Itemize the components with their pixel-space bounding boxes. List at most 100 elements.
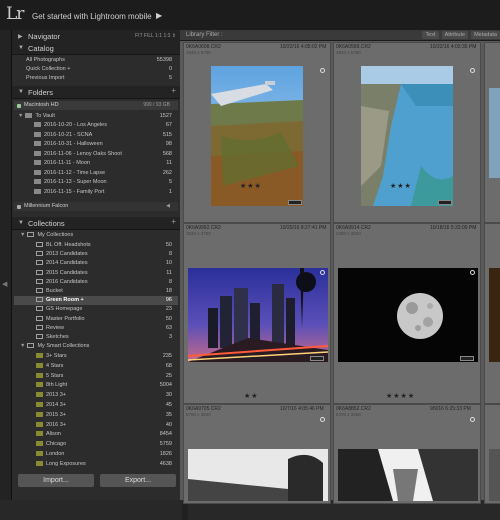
expand-triangle-icon[interactable]: ▼ (20, 232, 25, 238)
catalog-item-all-photographs[interactable]: All Photographs 55398 (14, 56, 178, 65)
rating-stars[interactable]: ★★★ (240, 182, 262, 190)
smart-collection-icon (36, 362, 43, 368)
folder-item[interactable]: 2016-10-31 - Halloween 98 (14, 140, 178, 149)
smart-collection-item[interactable]: Chicago 5759 (14, 440, 178, 449)
collection-icon (36, 288, 43, 293)
smart-collection-item[interactable]: Alison 8454 (14, 430, 178, 439)
rating-stars[interactable]: ★★★ (390, 182, 412, 190)
thumbnail-cell[interactable]: 0K6A9705.CR2 10/7/16 4:05:46 PM 5760 x 38… (183, 404, 331, 504)
folder-item[interactable]: 2016-10-20 - Los Angeles 67 (14, 121, 178, 130)
collection-item[interactable]: 2014 Candidates 10 (14, 259, 178, 268)
collection-icon (36, 297, 43, 303)
folder-item[interactable]: 2016-11-06 - Lenoy Oaks Shoot 568 (14, 150, 178, 159)
play-arrow-icon[interactable]: ▶ (156, 11, 162, 20)
collection-set-my-smart-collections[interactable]: ▼ My Smart Collections (14, 342, 178, 351)
photo-selection-circle-icon[interactable] (320, 417, 325, 422)
folder-icon (34, 122, 41, 127)
smart-collection-item[interactable]: 3+ Stars 235 (14, 352, 178, 361)
smart-collection-item[interactable]: 2013 3+ 30 (14, 391, 178, 400)
smart-collection-item[interactable]: London 1826 (14, 450, 178, 459)
export-button[interactable]: Export... (100, 474, 176, 487)
photo-selection-circle-icon[interactable] (470, 270, 475, 275)
collapse-triangle-icon[interactable]: ▶ (18, 33, 23, 40)
catalog-item-quick-collection[interactable]: Quick Collection + 0 (14, 65, 178, 74)
thumbnail-cell[interactable]: 0K6A9992.CR2 10/20/16 8:27:41 PM 3632 x 3… (183, 223, 331, 404)
import-button[interactable]: Import... (18, 474, 94, 487)
photo-selection-circle-icon[interactable] (320, 270, 325, 275)
lightroom-mobile-link[interactable]: Get started with Lightroom mobile (32, 12, 152, 21)
collection-item[interactable]: Master Portfolio 50 (14, 315, 178, 324)
photo-bw-skyscrapers[interactable] (338, 449, 478, 501)
photo-selection-circle-icon[interactable] (320, 68, 325, 73)
thumbnail-cell[interactable]: 0K6A8852.CR2 9/9/16 6:25:33 PM 5470 x 365… (333, 404, 481, 504)
photo-super-moon[interactable] (338, 268, 478, 362)
smart-collection-icon (36, 431, 43, 437)
collection-item[interactable]: Review 63 (14, 324, 178, 333)
smart-collection-item[interactable]: 5 Stars 25 (14, 372, 178, 381)
filter-metadata-button[interactable]: Metadata (471, 31, 500, 39)
volume-millennium-falcon[interactable]: Millennium Falcon ◀ (14, 202, 178, 211)
folder-item[interactable]: 2016-11-11 - Moon 11 (14, 159, 178, 168)
catalog-item-previous-import[interactable]: Previous Import 5 (14, 74, 178, 83)
smart-collection-icon (36, 372, 43, 378)
folder-item[interactable]: 2016-11-12 - Time Lapse 262 (14, 169, 178, 178)
collection-item[interactable]: Bucket 18 (14, 287, 178, 296)
folders-header[interactable]: ▼ Folders + (12, 86, 180, 99)
photo-la-skyline-night[interactable] (188, 268, 328, 362)
rating-stars[interactable]: ★★★★ (386, 392, 415, 400)
photo-partial[interactable] (489, 449, 500, 501)
collection-item[interactable]: BL Off. Headshots 50 (14, 241, 178, 250)
volume-status-icon (17, 205, 21, 209)
photo-selection-circle-icon[interactable] (470, 417, 475, 422)
folder-item[interactable]: 2016-10-21 - SCNA 515 (14, 131, 178, 140)
expand-triangle-icon[interactable]: ▼ (20, 343, 25, 349)
expand-triangle-icon[interactable]: ▼ (18, 89, 24, 95)
filter-text-button[interactable]: Text (422, 31, 439, 39)
collection-item[interactable]: Sketches 3 (14, 333, 178, 342)
smart-collection-icon (36, 460, 43, 466)
photo-partial[interactable] (489, 88, 500, 178)
volume-macintosh-hd[interactable]: Macintosh HD 999 / 93 GB (14, 101, 178, 110)
folder-item[interactable]: 2016-11-15 - Family Port 1 (14, 188, 178, 197)
collection-item[interactable]: Green Room +96 (14, 296, 178, 306)
smart-collection-item[interactable]: 2014 3+ 45 (14, 401, 178, 410)
thumbnail-cell[interactable] (484, 404, 500, 504)
smart-collection-item[interactable]: 2016 3+ 40 (14, 421, 178, 430)
expand-triangle-icon[interactable]: ▼ (18, 220, 24, 226)
add-collection-button[interactable]: + (171, 217, 176, 226)
collections-header[interactable]: ▼ Collections + (12, 217, 180, 230)
folder-item[interactable]: 2016-11-13 - Super Moon 5 (14, 178, 178, 187)
library-filter-bar: Library Filter : Text Attribute Metadata (180, 30, 500, 41)
photo-bw-architecture[interactable] (188, 449, 328, 501)
smart-collection-icon (36, 353, 43, 358)
smart-collection-item[interactable]: 4 Stars 68 (14, 362, 178, 371)
thumbnail-cell[interactable]: 0K6A9914.CR2 10/18/16 5:33:09 PM 2400 x 3… (333, 223, 481, 404)
smart-collection-item[interactable]: 8th Light 5004 (14, 381, 178, 390)
collection-item[interactable]: 2016 Candidates 8 (14, 278, 178, 287)
photo-selection-circle-icon[interactable] (470, 68, 475, 73)
expand-triangle-icon[interactable]: ▼ (18, 45, 24, 51)
photo-partial[interactable] (489, 268, 500, 362)
rating-stars[interactable]: ★★ (244, 392, 259, 400)
folder-root[interactable]: ▼ To Vault 1527 (14, 112, 178, 121)
catalog-header[interactable]: ▼ Catalog (12, 42, 180, 55)
expand-triangle-icon[interactable]: ▼ (18, 113, 23, 119)
collection-item[interactable]: GS Homepage 23 (14, 305, 178, 314)
smart-collection-item[interactable]: 2015 3+ 35 (14, 411, 178, 420)
volume-status-icon (17, 104, 21, 108)
smart-collection-item[interactable]: Long Exposures 4638 (14, 460, 178, 469)
navigator-zoom-options[interactable]: FIT FILL 1:1 1:3 ⇕ (135, 33, 176, 39)
add-folder-button[interactable]: + (171, 86, 176, 95)
filter-attribute-button[interactable]: Attribute (441, 31, 469, 39)
smart-collection-icon (36, 411, 43, 417)
collapse-arrow-icon[interactable]: ◀ (2, 280, 7, 288)
thumbnail-cell[interactable]: 0K6A0608.CR2 10/22/16 4:05:02 PM 3840 x 5… (183, 42, 331, 223)
collection-item[interactable]: 2015 Candidates 11 (14, 269, 178, 278)
collection-item[interactable]: 2013 Candidates 8 (14, 250, 178, 259)
thumbnail-cell[interactable] (484, 223, 500, 404)
thumbnail-cell[interactable] (484, 42, 500, 223)
photo-badges-icon (438, 200, 452, 205)
thumbnail-cell[interactable]: 0K6A0599.CR2 10/22/16 4:03:35 PM 3840 x 5… (333, 42, 481, 223)
collection-set-my-collections[interactable]: ▼ My Collections (14, 231, 178, 240)
left-panel-collapse-edge[interactable]: ◀ (0, 30, 12, 500)
